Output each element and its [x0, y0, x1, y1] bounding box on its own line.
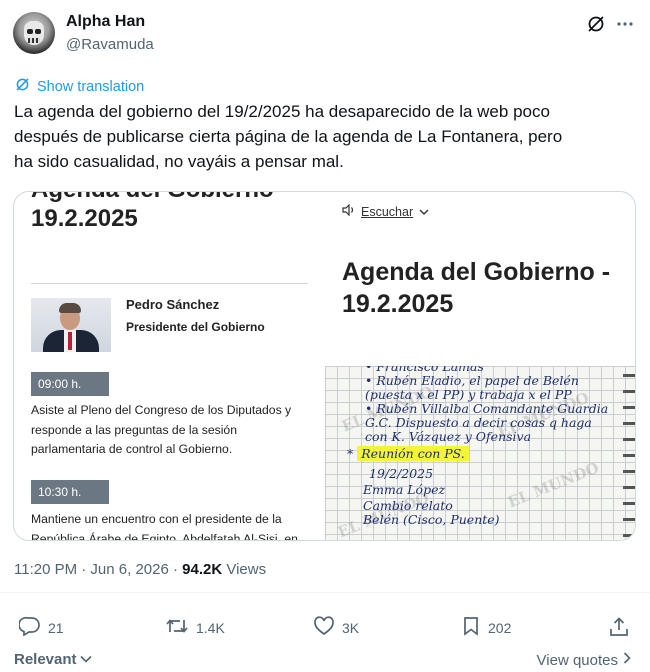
- person-photo: [31, 298, 111, 352]
- tweet-line: después de publicarse cierta página de l…: [14, 127, 563, 146]
- like-count: 3K: [342, 619, 360, 636]
- reply-sort-label: Relevant: [14, 651, 77, 668]
- event-description: Mantiene un encuentro con el presidente …: [31, 512, 298, 541]
- author-handle[interactable]: @Ravamuda: [66, 36, 154, 53]
- view-quotes-link[interactable]: View quotes: [537, 651, 632, 669]
- speaker-icon: [342, 203, 356, 219]
- media-title-right: Agenda del Gobierno - 19.2.2025: [342, 258, 611, 318]
- chevron-down-icon: [79, 651, 93, 668]
- media-date-left: 19.2.2025: [31, 205, 138, 232]
- grok-icon[interactable]: [586, 14, 606, 34]
- chevron-down-icon: [418, 205, 430, 219]
- reply-icon: [18, 616, 41, 639]
- highlighted-note: Reunión con PS.: [357, 446, 469, 461]
- divider: [0, 592, 650, 593]
- show-translation-link[interactable]: Show translation: [14, 76, 144, 97]
- view-quotes-label: View quotes: [536, 651, 618, 669]
- heart-icon: [313, 616, 335, 639]
- reply-button[interactable]: 21: [18, 616, 64, 639]
- event-description: Asiste al Pleno del Congreso de los Dipu…: [31, 403, 292, 457]
- tweet-line: La agenda del gobierno del 19/2/2025 ha …: [14, 102, 550, 121]
- chevron-right-icon: [622, 651, 632, 669]
- watermark: EL MUNDO: [505, 458, 602, 512]
- event-time: 09:00 h.: [31, 372, 109, 396]
- share-button[interactable]: [608, 616, 630, 641]
- show-translation-label: Show translation: [37, 78, 145, 95]
- avatar-grill: [28, 38, 40, 43]
- notebook-spiral: [623, 366, 635, 540]
- avatar[interactable]: [13, 12, 55, 54]
- tweet-timestamp[interactable]: 11:20 PM · Jun 6, 2026 ·: [14, 561, 182, 578]
- like-button[interactable]: 3K: [313, 616, 359, 639]
- translate-icon: [14, 76, 31, 97]
- listen-control: Escuchar: [342, 203, 430, 219]
- repost-count: 1.4K: [196, 619, 225, 636]
- avatar-eye: [35, 29, 41, 34]
- views-label: Views: [222, 561, 267, 578]
- person-role: Presidente del Gobierno: [126, 320, 265, 334]
- event-time: 10:30 h.: [31, 480, 109, 504]
- repost-icon: [165, 616, 189, 639]
- bookmark-icon: [461, 616, 481, 639]
- share-icon: [608, 616, 630, 641]
- listen-label: Escuchar: [361, 204, 414, 219]
- repost-button[interactable]: 1.4K: [165, 616, 225, 639]
- tweet-line: ha sido casualidad, no vayáis a pensar m…: [14, 152, 344, 171]
- avatar-eye: [27, 29, 33, 34]
- media-divider: [31, 283, 308, 284]
- media-title-cut: Agenda del Gobierno: [31, 192, 274, 204]
- reply-sort-dropdown[interactable]: Relevant: [14, 651, 93, 668]
- tweet-media-image[interactable]: Agenda del Gobierno 19.2.2025 Pedro Sánc…: [13, 191, 636, 541]
- bookmark-button[interactable]: 202: [461, 616, 511, 639]
- more-options-icon[interactable]: [615, 14, 635, 34]
- reply-count: 21: [48, 619, 64, 636]
- person-name: Pedro Sánchez: [126, 297, 220, 312]
- views-count: 94.2K: [182, 561, 223, 578]
- bookmark-count: 202: [488, 619, 512, 636]
- author-name[interactable]: Alpha Han: [66, 13, 145, 31]
- tweet-text: La agenda del gobierno del 19/2/2025 ha …: [14, 99, 634, 174]
- tweet-meta: 11:20 PM · Jun 6, 2026 · 94.2K Views: [14, 561, 266, 578]
- handwritten-notebook: EL MUNDO EL MUNDO EL MUNDO EL MUNDO • Fr…: [325, 366, 635, 540]
